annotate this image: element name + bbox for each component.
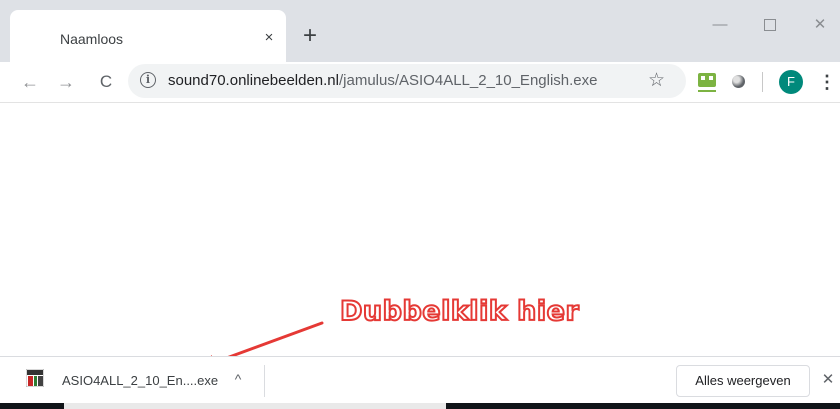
taskbar-window bbox=[64, 403, 446, 409]
download-file-name: ASIO4ALL_2_10_En....exe bbox=[62, 373, 219, 388]
show-all-downloads-button[interactable]: Alles weergeven bbox=[676, 365, 810, 397]
chevron-up-icon[interactable]: ^ bbox=[228, 369, 248, 389]
shelf-divider bbox=[264, 365, 265, 397]
close-shelf-icon[interactable]: ✕ bbox=[818, 370, 838, 390]
download-shelf: ASIO4ALL_2_10_En....exe ^ Alles weergeve… bbox=[0, 356, 840, 404]
taskbar bbox=[0, 403, 840, 409]
annotation-arrow-icon bbox=[190, 321, 324, 372]
asio4all-file-icon bbox=[26, 369, 44, 387]
download-item[interactable]: ASIO4ALL_2_10_En....exe ^ bbox=[0, 357, 264, 404]
